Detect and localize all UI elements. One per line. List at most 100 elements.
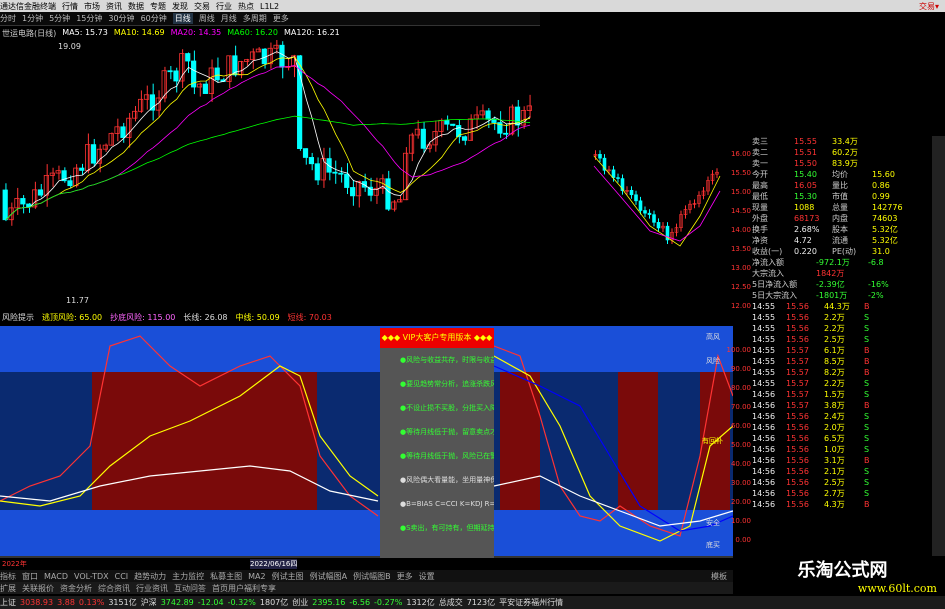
quote-value: 16.05 bbox=[794, 181, 817, 190]
candle bbox=[450, 123, 456, 127]
axis-tick: 15.00 bbox=[730, 188, 751, 196]
candle bbox=[49, 167, 55, 187]
extension-tab[interactable]: 综合资讯 bbox=[98, 583, 130, 594]
period-tab[interactable]: 多周期 bbox=[243, 13, 267, 24]
candle bbox=[520, 106, 527, 129]
period-tab[interactable]: 周线 bbox=[199, 13, 215, 24]
indicator-label: 中线: 50.09 bbox=[235, 313, 280, 322]
period-tab[interactable]: 30分钟 bbox=[108, 13, 134, 24]
app-name: 通达信金融终端 bbox=[0, 1, 56, 11]
extension-tab[interactable]: 互动问答 bbox=[174, 583, 206, 594]
flow-value: -1801万 bbox=[816, 291, 848, 300]
status-item: 沪深 bbox=[140, 598, 157, 607]
flow-value: -2.39亿 bbox=[816, 280, 845, 289]
template-button[interactable]: 模板 bbox=[711, 571, 727, 582]
tick-volume: 2.7万 bbox=[824, 489, 845, 498]
candle bbox=[509, 104, 515, 136]
tick-time: 14:56 bbox=[752, 467, 776, 476]
status-item: 创业 bbox=[292, 598, 309, 607]
menu-item[interactable]: 发现 bbox=[172, 1, 188, 12]
menu-item[interactable]: L1L2 bbox=[260, 2, 279, 11]
extension-tab[interactable]: 首页用户福利专享 bbox=[212, 583, 276, 594]
extension-tab[interactable]: 扩展 bbox=[0, 583, 16, 594]
quote-label2: 流通 bbox=[832, 236, 848, 245]
period-tab[interactable]: 60分钟 bbox=[141, 13, 167, 24]
trade-menu[interactable]: 交易▾ bbox=[919, 1, 939, 12]
menu-item[interactable]: 热点 bbox=[238, 1, 254, 12]
candle bbox=[244, 58, 250, 66]
period-tab[interactable]: 15分钟 bbox=[76, 13, 102, 24]
period-tab[interactable]: 分时 bbox=[0, 13, 16, 24]
quote-row: 净资 4.72 流通 5.32亿 bbox=[752, 235, 945, 246]
tick-side: S bbox=[864, 379, 870, 388]
tick-time: 14:56 bbox=[752, 434, 776, 443]
period-tab[interactable]: 日线 bbox=[172, 13, 193, 24]
tick-side: S bbox=[864, 467, 870, 476]
indicator-tab[interactable]: 私募主图 bbox=[210, 571, 242, 582]
period-tab[interactable]: 月线 bbox=[221, 13, 237, 24]
extension-tab[interactable]: 资金分析 bbox=[60, 583, 92, 594]
menu-item[interactable]: 交易 bbox=[194, 1, 210, 12]
menu-item[interactable]: 专题 bbox=[150, 1, 166, 12]
tick-side: B bbox=[864, 357, 870, 366]
period-tab[interactable]: 更多 bbox=[273, 13, 289, 24]
flow-row: 5日净流入额 -2.39亿 -16% bbox=[752, 279, 945, 290]
mini-candle bbox=[674, 223, 679, 237]
status-item: 7123亿 bbox=[466, 598, 496, 607]
indicator-tab[interactable]: 趋势动力 bbox=[134, 571, 166, 582]
indicator-tab[interactable]: CCI bbox=[115, 572, 129, 581]
indicator-tab[interactable]: MACD bbox=[44, 572, 68, 581]
candle bbox=[332, 160, 338, 184]
quote-label2: 内盘 bbox=[832, 214, 848, 223]
tick-volume: 8.2万 bbox=[824, 368, 845, 377]
menu-item[interactable]: 资讯 bbox=[106, 1, 122, 12]
axis-tick: 13.50 bbox=[730, 245, 751, 253]
indicator-tab[interactable]: 例试幅图B bbox=[353, 571, 391, 582]
candle bbox=[132, 106, 138, 122]
menu-item[interactable]: 行业 bbox=[216, 1, 232, 12]
candle bbox=[473, 106, 479, 130]
quote-label2: 量比 bbox=[832, 181, 848, 190]
subaxis-tick: 40.00 bbox=[730, 460, 751, 468]
candle bbox=[126, 112, 132, 148]
menu-item[interactable]: 市场 bbox=[84, 1, 100, 12]
quote-value2: 142776 bbox=[872, 203, 903, 212]
side-strip[interactable] bbox=[932, 136, 945, 556]
candle bbox=[255, 47, 262, 53]
candle bbox=[173, 67, 179, 93]
indicator-tab[interactable]: 主力监控 bbox=[172, 571, 204, 582]
candle bbox=[26, 203, 32, 213]
price-chart[interactable] bbox=[0, 40, 540, 310]
tick-volume: 2.1万 bbox=[824, 467, 845, 476]
candle bbox=[90, 138, 97, 167]
candle bbox=[350, 179, 356, 206]
indicator-tab[interactable]: MA2 bbox=[248, 572, 265, 581]
candle bbox=[149, 83, 156, 121]
sub-axis: 100.00 90.00 80.00 70.00 60.00 50.00 40.00 30.0… bbox=[727, 328, 752, 558]
quote-label: 换手 bbox=[752, 225, 768, 234]
tick-side: B bbox=[864, 401, 870, 410]
indicator-tab[interactable]: VOL-TDX bbox=[74, 572, 109, 581]
extension-tab[interactable]: 关联报价 bbox=[22, 583, 54, 594]
candle bbox=[85, 133, 91, 174]
menu-item[interactable]: 数据 bbox=[128, 1, 144, 12]
period-tab[interactable]: 5分钟 bbox=[49, 13, 70, 24]
quote-label2: 市值 bbox=[832, 192, 848, 201]
indicator-tab[interactable]: 例试主图 bbox=[272, 571, 304, 582]
extension-tab[interactable]: 行业资讯 bbox=[136, 583, 168, 594]
risk-indicator-chart[interactable] bbox=[0, 326, 733, 558]
indicator-tab[interactable]: 设置 bbox=[419, 571, 435, 582]
axis-tick: 12.50 bbox=[730, 283, 751, 291]
status-item: 3.88 bbox=[57, 598, 75, 607]
flow-pct: -16% bbox=[868, 280, 889, 289]
tick-volume: 4.3万 bbox=[824, 500, 845, 509]
indicator-tab[interactable]: 窗口 bbox=[22, 571, 38, 582]
mini-candle bbox=[661, 222, 665, 232]
period-tab[interactable]: 1分钟 bbox=[22, 13, 43, 24]
indicator-tab[interactable]: 指标 bbox=[0, 571, 16, 582]
indicator-tab[interactable]: 例试幅图A bbox=[310, 571, 347, 582]
ma-legend: MA10: 14.69 bbox=[113, 28, 165, 37]
quote-label2: 均价 bbox=[832, 170, 848, 179]
indicator-tab[interactable]: 更多 bbox=[397, 571, 413, 582]
menu-item[interactable]: 行情 bbox=[62, 1, 78, 12]
